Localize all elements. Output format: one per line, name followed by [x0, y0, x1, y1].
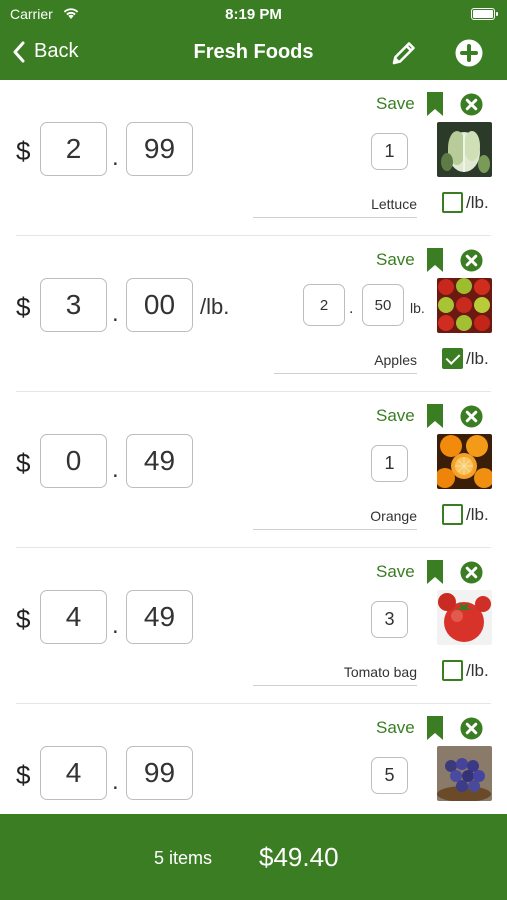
battery-icon [471, 8, 498, 20]
quantity-field[interactable]: 1 [371, 133, 408, 170]
per-lb-checkbox[interactable] [442, 192, 463, 213]
decimal-point: . [112, 612, 119, 639]
currency-symbol: $ [16, 448, 31, 478]
list-item: Save $ 4 . 99 5 [0, 704, 507, 814]
bookmark-icon[interactable] [426, 404, 444, 428]
tomato-photo [437, 590, 492, 645]
add-circle-icon[interactable] [453, 37, 485, 69]
item-list[interactable]: Save $ 2 . 99 1 Lettuce /lb. Save $ 3 . … [0, 80, 507, 814]
per-lb-checkbox[interactable] [442, 660, 463, 681]
currency-symbol: $ [16, 136, 31, 166]
currency-symbol: $ [16, 760, 31, 790]
price-cents-field[interactable]: 99 [126, 122, 193, 176]
item-name-field[interactable]: Orange [253, 504, 417, 530]
delete-icon[interactable] [460, 717, 483, 740]
item-name-field[interactable]: Apples [274, 348, 417, 374]
save-button[interactable]: Save [376, 718, 415, 738]
list-item: Save $ 0 . 49 1 Orange /lb. [0, 392, 507, 548]
bookmark-icon[interactable] [426, 716, 444, 740]
price-cents-field[interactable]: 49 [126, 590, 193, 644]
decimal-point: . [112, 300, 119, 327]
per-lb-label: /lb. [466, 348, 489, 368]
chevron-left-icon [13, 41, 25, 62]
weight-whole-field[interactable]: 2 [303, 284, 345, 326]
per-lb-label: /lb. [466, 504, 489, 524]
save-button[interactable]: Save [376, 94, 415, 114]
apples-photo [437, 278, 492, 333]
total-price: $49.40 [259, 842, 339, 872]
bookmark-icon[interactable] [426, 248, 444, 272]
delete-icon[interactable] [460, 93, 483, 116]
per-lb-label: /lb. [466, 660, 489, 680]
price-cents-field[interactable]: 49 [126, 434, 193, 488]
back-label: Back [34, 40, 79, 62]
decimal-point: . [112, 456, 119, 483]
quantity-field[interactable]: 1 [371, 445, 408, 482]
clock: 8:19 PM [225, 6, 282, 23]
save-button[interactable]: Save [376, 250, 415, 270]
top-bar: Carrier 8:19 PM Back Fresh Foods [0, 0, 507, 80]
per-lb-checkbox[interactable] [442, 504, 463, 525]
list-item: Save $ 4 . 49 3 Tomato bag /lb. [0, 548, 507, 704]
currency-symbol: $ [16, 604, 31, 634]
per-lb-checkbox[interactable] [442, 348, 463, 369]
price-dollars-field[interactable]: 4 [40, 746, 107, 800]
price-dollars-field[interactable]: 2 [40, 122, 107, 176]
decimal-point: . [112, 768, 119, 795]
bookmark-icon[interactable] [426, 560, 444, 584]
save-button[interactable]: Save [376, 406, 415, 426]
per-lb-toggle[interactable]: /lb. [442, 192, 489, 213]
per-lb-toggle[interactable]: /lb. [442, 504, 489, 525]
totals-footer: 5 items $49.40 [0, 814, 507, 900]
item-name-field[interactable]: Lettuce [253, 192, 417, 218]
weight-unit-label: lb. [410, 300, 425, 316]
per-lb-toggle[interactable]: /lb. [442, 348, 489, 369]
quantity-field[interactable]: 3 [371, 601, 408, 638]
lettuce-photo [437, 122, 492, 177]
per-lb-toggle[interactable]: /lb. [442, 660, 489, 681]
per-lb-label: /lb. [466, 192, 489, 212]
list-item: Save $ 3 . 00 /lb. 2 . 50 lb. Apples /lb… [0, 236, 507, 392]
status-bar: Carrier 8:19 PM [0, 0, 507, 28]
price-dollars-field[interactable]: 3 [40, 278, 107, 332]
back-button[interactable]: Back [12, 40, 78, 63]
price-cents-field[interactable]: 99 [126, 746, 193, 800]
delete-icon[interactable] [460, 561, 483, 584]
price-dollars-field[interactable]: 0 [40, 434, 107, 488]
orange-photo [437, 434, 492, 489]
decimal-point: . [112, 144, 119, 171]
weight-decimal-point: . [349, 300, 354, 317]
price-cents-field[interactable]: 00 [126, 278, 193, 332]
pencil-icon[interactable] [388, 37, 420, 69]
item-count: 5 items [154, 848, 213, 868]
currency-symbol: $ [16, 292, 31, 322]
weight-fraction-field[interactable]: 50 [362, 284, 404, 326]
list-item: Save $ 2 . 99 1 Lettuce /lb. [0, 80, 507, 236]
save-button[interactable]: Save [376, 562, 415, 582]
per-lb-price-suffix: /lb. [200, 294, 230, 319]
price-dollars-field[interactable]: 4 [40, 590, 107, 644]
bookmark-icon[interactable] [426, 92, 444, 116]
navigation-bar: Back Fresh Foods [0, 28, 507, 80]
delete-icon[interactable] [460, 405, 483, 428]
delete-icon[interactable] [460, 249, 483, 272]
quantity-field[interactable]: 5 [371, 757, 408, 794]
grapes-photo [437, 746, 492, 801]
item-name-field[interactable]: Tomato bag [253, 660, 417, 686]
